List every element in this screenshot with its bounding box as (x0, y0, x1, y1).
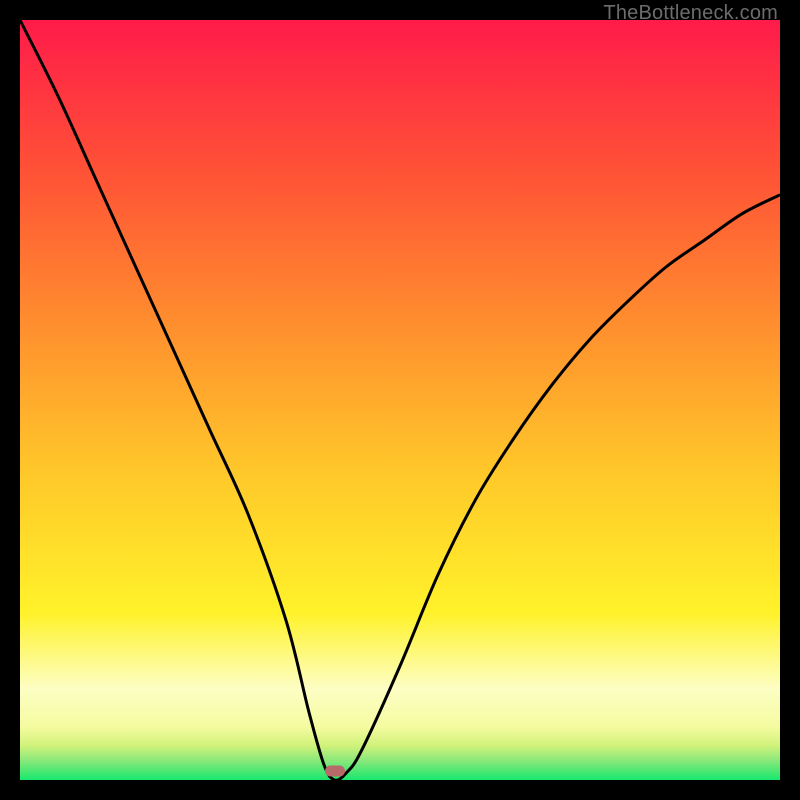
bottleneck-curve (20, 20, 780, 780)
chart-frame: TheBottleneck.com (0, 0, 800, 800)
curve-svg (20, 20, 780, 780)
plot-area (20, 20, 780, 780)
optimum-marker (325, 765, 345, 776)
